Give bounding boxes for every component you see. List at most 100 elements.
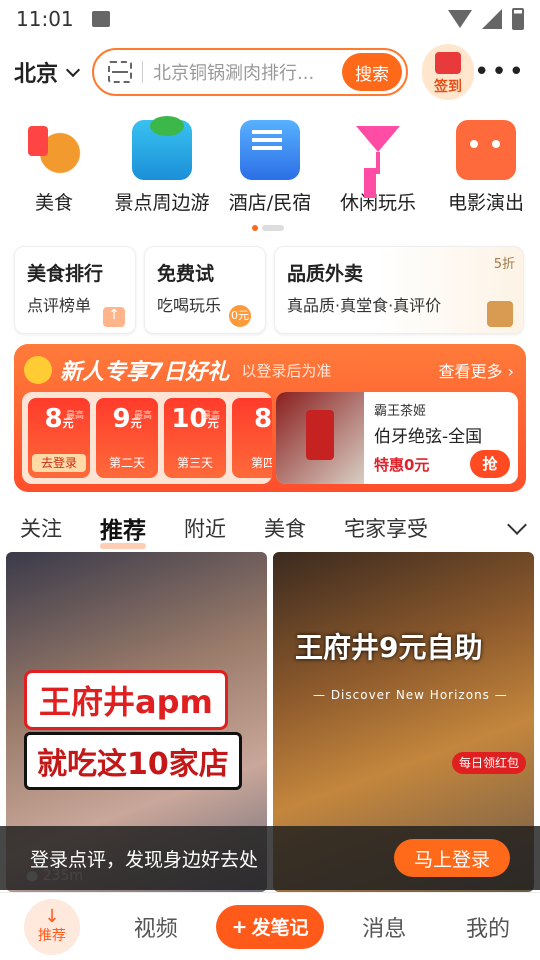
category-label: 电影演出 [447, 192, 524, 214]
page-dot [262, 225, 284, 231]
post-headline: 王府井apm [24, 670, 228, 730]
category-grid: 美食 景点周边游 酒店/民宿 休闲玩乐 电影演出 [0, 116, 540, 215]
coupon-login-button[interactable]: 去登录 [32, 454, 86, 472]
coupon-day-4[interactable]: 8 第四 [232, 398, 272, 478]
tab-home-enjoy[interactable]: 宅家享受 [344, 513, 428, 543]
search-divider [142, 61, 144, 83]
login-prompt-bar: 登录点评，发现身边好去处 马上登录 [0, 826, 540, 890]
category-label: 景点周边游 [114, 192, 210, 214]
login-message: 登录点评，发现身边好去处 [30, 848, 259, 871]
deal-name: 伯牙绝弦-全国 [374, 427, 483, 447]
signin-button[interactable]: 签到 [422, 44, 474, 100]
wifi-icon [448, 10, 472, 28]
coupon-list: 最高 8元 去登录 最高 9元 第二天 最高 10元 第三天 8 第四 [22, 392, 272, 484]
nav-video[interactable]: 视频 [104, 911, 208, 943]
coupon-day-3[interactable]: 最高 10元 第三天 [164, 398, 226, 478]
status-time: 11:01 [16, 7, 74, 31]
plus-icon: + [231, 915, 248, 938]
category-movie[interactable]: 电影演出 [432, 120, 540, 215]
free-trial-card[interactable]: 免费试 吃喝玩乐 0元 [144, 246, 266, 334]
shopping-bag-icon [487, 301, 513, 327]
battery-icon [512, 8, 524, 30]
new-user-banner[interactable]: 新人专享7日好礼 以登录后为准 查看更多 › 最高 8元 去登录 最高 9元 第… [14, 344, 526, 492]
red-envelope-icon [435, 52, 461, 74]
category-leisure[interactable]: 休闲玩乐 [324, 120, 432, 215]
search-bar[interactable]: 北京铜锅涮肉排行... 搜索 [92, 48, 408, 96]
coupon-day-label: 第二天 [108, 456, 145, 470]
mascot-icon [24, 356, 52, 384]
card-title: 美食排行 [27, 263, 104, 285]
cellular-signal-icon [482, 9, 502, 29]
banner-title: 新人专享7日好礼 [60, 360, 230, 385]
chevron-down-icon [65, 62, 81, 78]
search-input[interactable]: 北京铜锅涮肉排行... [153, 59, 342, 85]
signin-label: 签到 [434, 79, 462, 95]
arrow-up-icon: ↑ [103, 307, 125, 327]
arrow-down-icon: ↓ [44, 905, 60, 927]
tea-product-image [276, 392, 364, 484]
tab-nearby[interactable]: 附近 [184, 513, 226, 543]
tab-food[interactable]: 美食 [264, 513, 306, 543]
city-name: 北京 [14, 62, 59, 87]
coupon-cap: 最高 [201, 411, 220, 421]
discount-tag: 5折 [493, 257, 515, 272]
category-label: 美食 [34, 192, 73, 214]
red-packet-badge[interactable]: 每日领红包 [452, 752, 526, 774]
quality-delivery-card[interactable]: 品质外卖 真品质·真堂食·真评价 5折 [274, 246, 524, 334]
post-note-button[interactable]: + 发笔记 [215, 904, 324, 949]
card-title: 免费试 [157, 263, 215, 285]
tab-recommend[interactable]: 推荐 [100, 511, 146, 549]
more-options-icon[interactable]: ••• [474, 57, 526, 87]
category-hotel[interactable]: 酒店/民宿 [216, 120, 324, 215]
status-bar: 11:01 [0, 0, 540, 38]
deal-price: 特惠0元 [374, 456, 430, 474]
category-label: 酒店/民宿 [228, 192, 312, 214]
deal-brand: 霸王茶姬 [374, 404, 427, 419]
image-notification-icon [91, 11, 110, 27]
palm-tree-icon [132, 116, 192, 180]
grab-button[interactable]: 抢 [470, 450, 510, 478]
hotel-icon [240, 120, 300, 180]
feed-tabs: 关注 推荐 附近 美食 宅家享受 [0, 506, 540, 550]
category-travel[interactable]: 景点周边游 [108, 116, 216, 215]
nav-messages[interactable]: 消息 [332, 911, 436, 943]
food-ranking-card[interactable]: 美食排行 点评榜单 ↑ [14, 246, 136, 334]
page-dot-active [252, 225, 258, 231]
home-bubble: ↓ 推荐 [23, 898, 80, 955]
top-header: 北京 北京铜锅涮肉排行... 搜索 签到 ••• [0, 42, 540, 102]
coupon-day-2[interactable]: 最高 9元 第二天 [96, 398, 158, 478]
card-subtitle: 真品质·真堂食·真评价 [287, 296, 442, 315]
cocktail-icon [348, 120, 408, 180]
coupon-day-1[interactable]: 最高 8元 去登录 [28, 398, 90, 478]
search-button[interactable]: 搜索 [342, 53, 402, 91]
post-subheadline: 就吃这10家店 [24, 732, 242, 790]
coupon-day-label: 第四 [250, 456, 272, 470]
nav-home-label: 推荐 [37, 927, 66, 944]
cat-face-icon [456, 120, 516, 180]
category-label: 休闲玩乐 [339, 192, 416, 214]
banner-header: 新人专享7日好礼 以登录后为准 [24, 354, 331, 386]
coupon-cap: 最高 [133, 411, 152, 421]
see-more-link[interactable]: 查看更多 › [439, 358, 515, 382]
coupon-amount: 8 [253, 404, 272, 434]
bottom-nav: ↓ 推荐 视频 + 发笔记 消息 我的 [0, 892, 540, 960]
tea-deal-card[interactable]: 霸王茶姬 伯牙绝弦-全国 特惠0元 抢 [276, 392, 518, 484]
coupon-cap: 最高 [65, 411, 84, 421]
food-icon [24, 120, 84, 180]
nav-home[interactable]: ↓ 推荐 [0, 898, 104, 955]
zero-yuan-badge: 0元 [229, 305, 251, 327]
category-food[interactable]: 美食 [0, 120, 108, 215]
tab-follow[interactable]: 关注 [20, 513, 62, 543]
nav-me[interactable]: 我的 [436, 911, 540, 943]
login-button[interactable]: 马上登录 [394, 839, 510, 877]
chevron-down-icon[interactable] [507, 515, 527, 535]
page-indicator [252, 225, 284, 231]
post-headline: 王府井9元自助 [295, 631, 483, 664]
scan-icon[interactable] [108, 61, 133, 83]
card-title: 品质外卖 [287, 263, 364, 285]
city-selector[interactable]: 北京 [14, 56, 81, 88]
post-subheadline: — Discover New Horizons — [313, 688, 508, 702]
promo-cards: 美食排行 点评榜单 ↑ 免费试 吃喝玩乐 0元 品质外卖 真品质·真堂食·真评价… [14, 246, 526, 334]
banner-note: 以登录后为准 [241, 361, 332, 380]
nav-post[interactable]: + 发笔记 [208, 904, 333, 949]
